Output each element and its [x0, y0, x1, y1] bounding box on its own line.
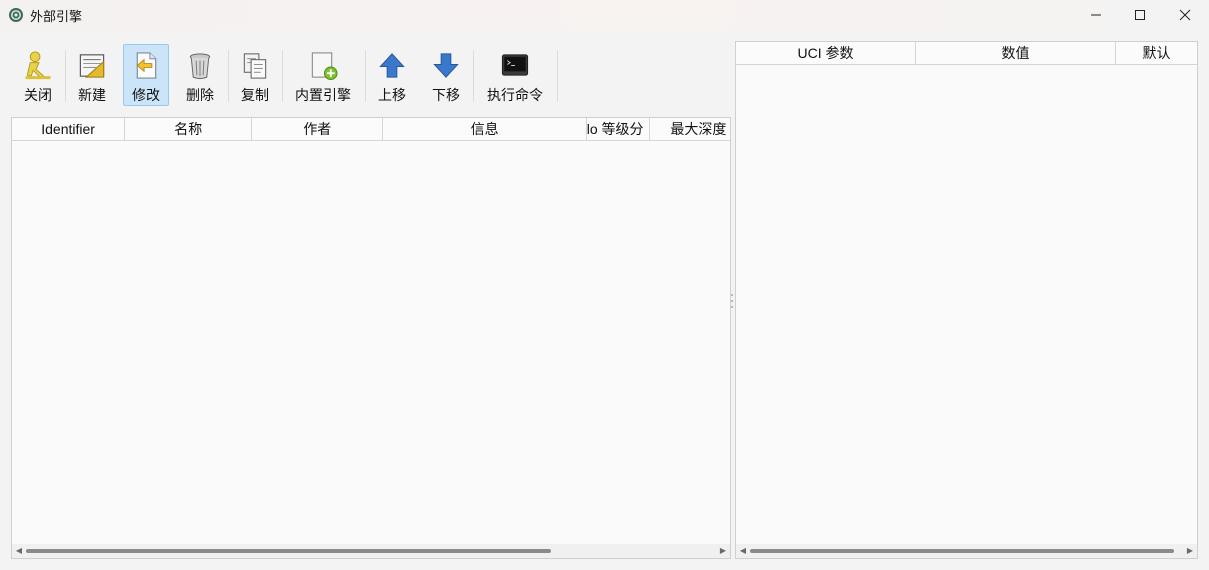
close-button-label: 关闭: [24, 87, 52, 103]
add-page-icon: [311, 52, 338, 81]
scrollbar-thumb[interactable]: [26, 549, 551, 553]
toolbar-separator: [557, 50, 558, 102]
column-header-info[interactable]: 信息: [383, 118, 587, 140]
close-person-icon: [25, 51, 51, 80]
execute-command-button[interactable]: 执行命令: [477, 44, 553, 106]
arrow-up-icon: [379, 53, 405, 78]
window-title: 外部引擎: [30, 9, 83, 24]
app-icon: [9, 8, 23, 22]
new-button-label: 新建: [78, 87, 106, 103]
arrow-down-icon: [433, 53, 459, 78]
move-up-button-label: 上移: [378, 87, 406, 103]
copy-button-label: 复制: [241, 87, 269, 103]
column-header-value[interactable]: 数值: [916, 42, 1116, 64]
toolbar-separator: [365, 50, 366, 102]
scrollbar-thumb[interactable]: [750, 549, 1174, 553]
copy-icon: [243, 53, 267, 79]
uci-table-header: UCI 参数 数值 默认: [736, 42, 1197, 65]
toolbar-separator: [282, 50, 283, 102]
column-header-author[interactable]: 作者: [252, 118, 384, 140]
column-header-max-depth[interactable]: 最大深度: [650, 118, 730, 140]
edit-button[interactable]: 修改: [123, 44, 169, 106]
move-down-button[interactable]: 下移: [423, 44, 469, 106]
edit-button-label: 修改: [132, 87, 160, 103]
maximize-button[interactable]: [1117, 0, 1163, 30]
scroll-right-arrow[interactable]: ▶: [1185, 546, 1195, 556]
close-icon: [1179, 9, 1191, 21]
column-header-default[interactable]: 默认: [1116, 42, 1197, 64]
trash-icon: [189, 53, 211, 80]
maximize-icon: [1135, 10, 1145, 20]
scroll-right-arrow[interactable]: ▶: [718, 546, 728, 556]
builtin-engine-button-label: 内置引擎: [295, 87, 351, 103]
toolbar: 关闭 新建 修改 删除 复制 内置引擎 上移 下移 执行命令: [10, 44, 730, 108]
builtin-engine-button[interactable]: 内置引擎: [286, 44, 360, 106]
uci-table-horizontal-scrollbar[interactable]: ◀ ▶: [736, 544, 1197, 558]
column-header-elo[interactable]: :lo 等级分: [587, 118, 651, 140]
engine-table[interactable]: Identifier 名称 作者 信息 :lo 等级分 最大深度 ◀ ▶: [11, 117, 731, 559]
toolbar-separator: [65, 50, 66, 102]
close-window-button[interactable]: [1162, 0, 1208, 30]
minimize-icon: [1091, 14, 1101, 16]
edit-document-icon: [136, 52, 157, 79]
delete-button-label: 删除: [186, 87, 214, 103]
delete-button[interactable]: 删除: [176, 44, 224, 106]
column-header-identifier[interactable]: Identifier: [12, 118, 126, 140]
copy-button[interactable]: 复制: [231, 44, 279, 106]
title-bar: 外部引擎: [0, 0, 1209, 30]
minimize-button[interactable]: [1073, 0, 1119, 30]
scroll-left-arrow[interactable]: ◀: [14, 546, 24, 556]
execute-command-button-label: 执行命令: [487, 87, 543, 103]
splitter-handle[interactable]: [731, 294, 733, 308]
move-up-button[interactable]: 上移: [369, 44, 415, 106]
engine-table-header: Identifier 名称 作者 信息 :lo 等级分 最大深度: [12, 118, 730, 141]
engine-table-horizontal-scrollbar[interactable]: ◀ ▶: [12, 544, 730, 558]
column-header-name[interactable]: 名称: [125, 118, 253, 140]
uci-table[interactable]: UCI 参数 数值 默认 ◀ ▶: [735, 41, 1198, 559]
close-button[interactable]: 关闭: [14, 44, 62, 106]
new-document-icon: [79, 54, 105, 78]
terminal-icon: [501, 54, 529, 76]
scroll-left-arrow[interactable]: ◀: [738, 546, 748, 556]
new-button[interactable]: 新建: [68, 44, 116, 106]
column-header-uci-param[interactable]: UCI 参数: [736, 42, 916, 64]
toolbar-separator: [228, 50, 229, 102]
move-down-button-label: 下移: [432, 87, 460, 103]
toolbar-separator: [473, 50, 474, 102]
